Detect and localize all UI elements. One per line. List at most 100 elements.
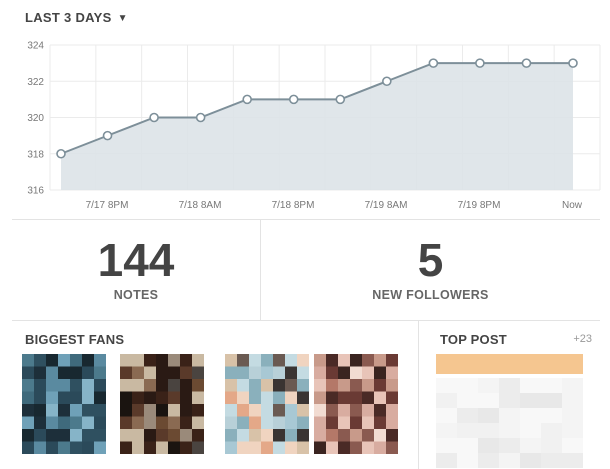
avatar-pixel xyxy=(82,404,95,417)
avatar-pixel xyxy=(46,354,59,367)
avatar-pixel xyxy=(156,429,169,442)
chart-svg: 316 318 320 322 324 7/17 8PM 7/18 8AM 7/18 8PM 7… xyxy=(27,41,601,211)
avatar-pixel xyxy=(225,391,238,405)
avatar-pixel xyxy=(326,429,339,442)
x-tick-label: Now xyxy=(562,200,583,211)
avatar-pixel xyxy=(168,416,181,430)
avatar-pixel xyxy=(180,441,193,454)
avatar-pixel xyxy=(94,404,106,417)
avatar-pixel xyxy=(338,404,351,417)
avatar-pixel xyxy=(374,429,387,442)
post-pixel xyxy=(520,408,541,423)
data-point xyxy=(428,58,439,68)
avatar-pixel xyxy=(297,379,309,392)
avatar-pixel xyxy=(94,416,106,430)
avatar-pixel xyxy=(82,379,95,392)
avatar-pixel xyxy=(192,391,204,405)
avatar-pixel xyxy=(120,441,133,454)
avatar-pixel xyxy=(285,429,298,442)
data-point xyxy=(102,130,113,141)
avatar-pixel xyxy=(338,379,351,392)
avatar-pixel xyxy=(58,354,71,367)
avatar-pixel xyxy=(374,404,387,417)
avatar-pixel xyxy=(82,391,95,405)
avatar-pixel xyxy=(374,391,387,405)
avatar-pixel xyxy=(58,391,71,405)
post-pixel xyxy=(478,453,499,468)
avatar-pixel xyxy=(144,354,157,367)
avatar-pixel xyxy=(362,404,375,417)
avatar-pixel xyxy=(34,391,47,405)
avatar-pixel xyxy=(386,379,398,392)
avatar-pixel xyxy=(46,429,59,442)
avatar-pixel xyxy=(249,404,262,417)
avatar-pixel xyxy=(350,404,363,417)
fan-avatar-image xyxy=(120,354,204,454)
avatar-pixel xyxy=(261,379,274,392)
avatar-pixel xyxy=(94,441,106,454)
avatar-pixel xyxy=(70,441,83,454)
y-tick-label: 322 xyxy=(27,77,44,88)
post-pixel xyxy=(478,438,499,453)
avatar-pixel xyxy=(46,404,59,417)
avatar-pixel xyxy=(261,391,274,405)
avatar-pixel xyxy=(350,441,363,454)
post-pixel xyxy=(499,453,520,468)
post-pixel xyxy=(520,453,541,468)
avatar-pixel xyxy=(180,366,193,380)
fan-avatar-1[interactable] xyxy=(22,354,106,454)
avatar-pixel xyxy=(338,354,351,367)
avatar-pixel xyxy=(326,366,339,380)
avatar-pixel xyxy=(225,354,238,367)
avatar-pixel xyxy=(285,354,298,367)
post-pixel xyxy=(457,408,478,423)
avatar-pixel xyxy=(58,429,71,442)
post-pixel xyxy=(499,393,520,408)
top-post-image xyxy=(436,354,583,469)
avatar-pixel xyxy=(261,354,274,367)
avatar-pixel xyxy=(120,416,133,430)
avatar-pixel xyxy=(58,416,71,430)
fan-avatar-4[interactable] xyxy=(314,354,398,454)
avatar-pixel xyxy=(273,379,286,392)
avatar-pixel xyxy=(237,354,250,367)
avatar-pixel xyxy=(237,366,250,380)
post-pixel xyxy=(520,438,541,453)
top-post-thumbnail[interactable] xyxy=(436,354,583,469)
avatar-pixel xyxy=(94,379,106,392)
avatar-pixel xyxy=(225,404,238,417)
data-point xyxy=(521,58,532,68)
post-pixel xyxy=(478,423,499,438)
avatar-pixel xyxy=(249,416,262,430)
data-point xyxy=(568,58,578,68)
post-pixel xyxy=(520,393,541,408)
fan-avatar-2[interactable] xyxy=(120,354,204,454)
post-pixel xyxy=(436,423,457,438)
post-pixel xyxy=(457,438,478,453)
avatar-pixel xyxy=(249,354,262,367)
post-pixel xyxy=(478,378,499,393)
period-selector[interactable]: LAST 3 DAYS ▼ xyxy=(25,10,128,25)
avatar-pixel xyxy=(350,366,363,380)
avatar-pixel xyxy=(132,429,145,442)
avatar-pixel xyxy=(144,429,157,442)
avatar-pixel xyxy=(192,354,204,367)
avatar-pixel xyxy=(58,404,71,417)
avatar-pixel xyxy=(168,404,181,417)
avatar-pixel xyxy=(362,429,375,442)
avatar-pixel xyxy=(350,379,363,392)
fan-avatar-3[interactable] xyxy=(225,354,309,454)
avatar-pixel xyxy=(326,416,339,430)
avatar-pixel xyxy=(132,404,145,417)
avatar-pixel xyxy=(297,366,309,380)
avatar-pixel xyxy=(156,366,169,380)
data-point xyxy=(242,94,252,105)
x-tick-label: 7/18 8AM xyxy=(179,200,222,211)
post-pixel xyxy=(436,438,457,453)
avatar-pixel xyxy=(326,441,339,454)
avatar-pixel xyxy=(192,429,204,442)
avatar-pixel xyxy=(132,379,145,392)
followers-chart: 316 318 320 322 324 7/17 8PM 7/18 8AM 7/18 8PM 7… xyxy=(0,34,610,220)
avatar-pixel xyxy=(237,391,250,405)
avatar-pixel xyxy=(94,391,106,405)
